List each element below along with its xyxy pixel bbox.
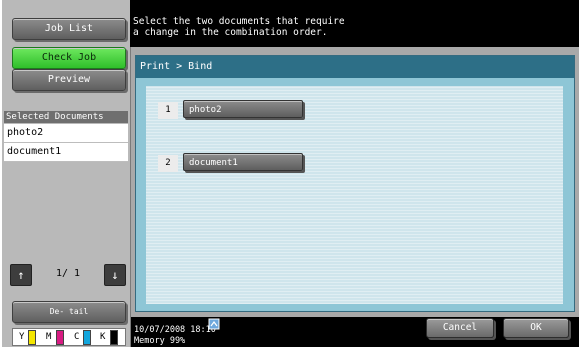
detail-button[interactable]: De- tail	[12, 301, 126, 323]
document-button[interactable]: document1	[183, 153, 303, 171]
selected-documents-header: Selected Documents	[4, 111, 128, 123]
panel-title: Print > Bind	[136, 56, 574, 78]
order-list: 1 photo2 2 document1	[146, 86, 563, 304]
job-list-button[interactable]: Job List	[12, 18, 126, 40]
arrow-down-icon[interactable]: ↓	[104, 264, 126, 286]
instruction-message: Select the two documents that require a …	[130, 0, 579, 47]
check-job-button[interactable]: Check Job	[12, 47, 126, 69]
list-item[interactable]: photo2	[4, 124, 128, 143]
toner-c-label: C	[74, 332, 80, 342]
toner-m-label: M	[46, 332, 52, 342]
order-number: 1	[158, 102, 178, 119]
memory-status: Memory 99%	[134, 336, 186, 346]
selected-documents-list: photo2 document1	[4, 124, 128, 162]
preview-button[interactable]: Preview	[12, 69, 126, 91]
toner-c-bar	[83, 330, 91, 345]
toner-k-bar	[110, 330, 118, 345]
arrow-up-icon[interactable]: ↑	[10, 264, 32, 286]
toner-levels: Y M C K	[12, 328, 126, 346]
ok-button[interactable]: OK	[503, 318, 569, 338]
cancel-button[interactable]: Cancel	[426, 318, 494, 338]
toner-y-bar	[28, 330, 36, 345]
status-bar: 10/07/2008 18:10 Memory 99% Cancel OK	[131, 317, 579, 347]
toner-y-label: Y	[19, 332, 25, 342]
list-item[interactable]: document1	[4, 143, 128, 162]
network-icon	[208, 318, 220, 330]
bind-panel: Print > Bind 1 photo2 2 document1	[135, 55, 575, 312]
toner-m-bar	[56, 330, 64, 345]
order-number: 2	[158, 155, 178, 172]
page-indicator: 1/ 1	[55, 268, 81, 279]
left-panel: Job List Check Job Preview Selected Docu…	[2, 0, 131, 347]
document-button[interactable]: photo2	[183, 100, 303, 118]
main-area: Print > Bind 1 photo2 2 document1	[131, 47, 579, 317]
toner-k-label: K	[100, 332, 106, 342]
datetime: 10/07/2008 18:10	[134, 325, 216, 335]
pager: ↑ 1/ 1 ↓	[10, 264, 126, 286]
